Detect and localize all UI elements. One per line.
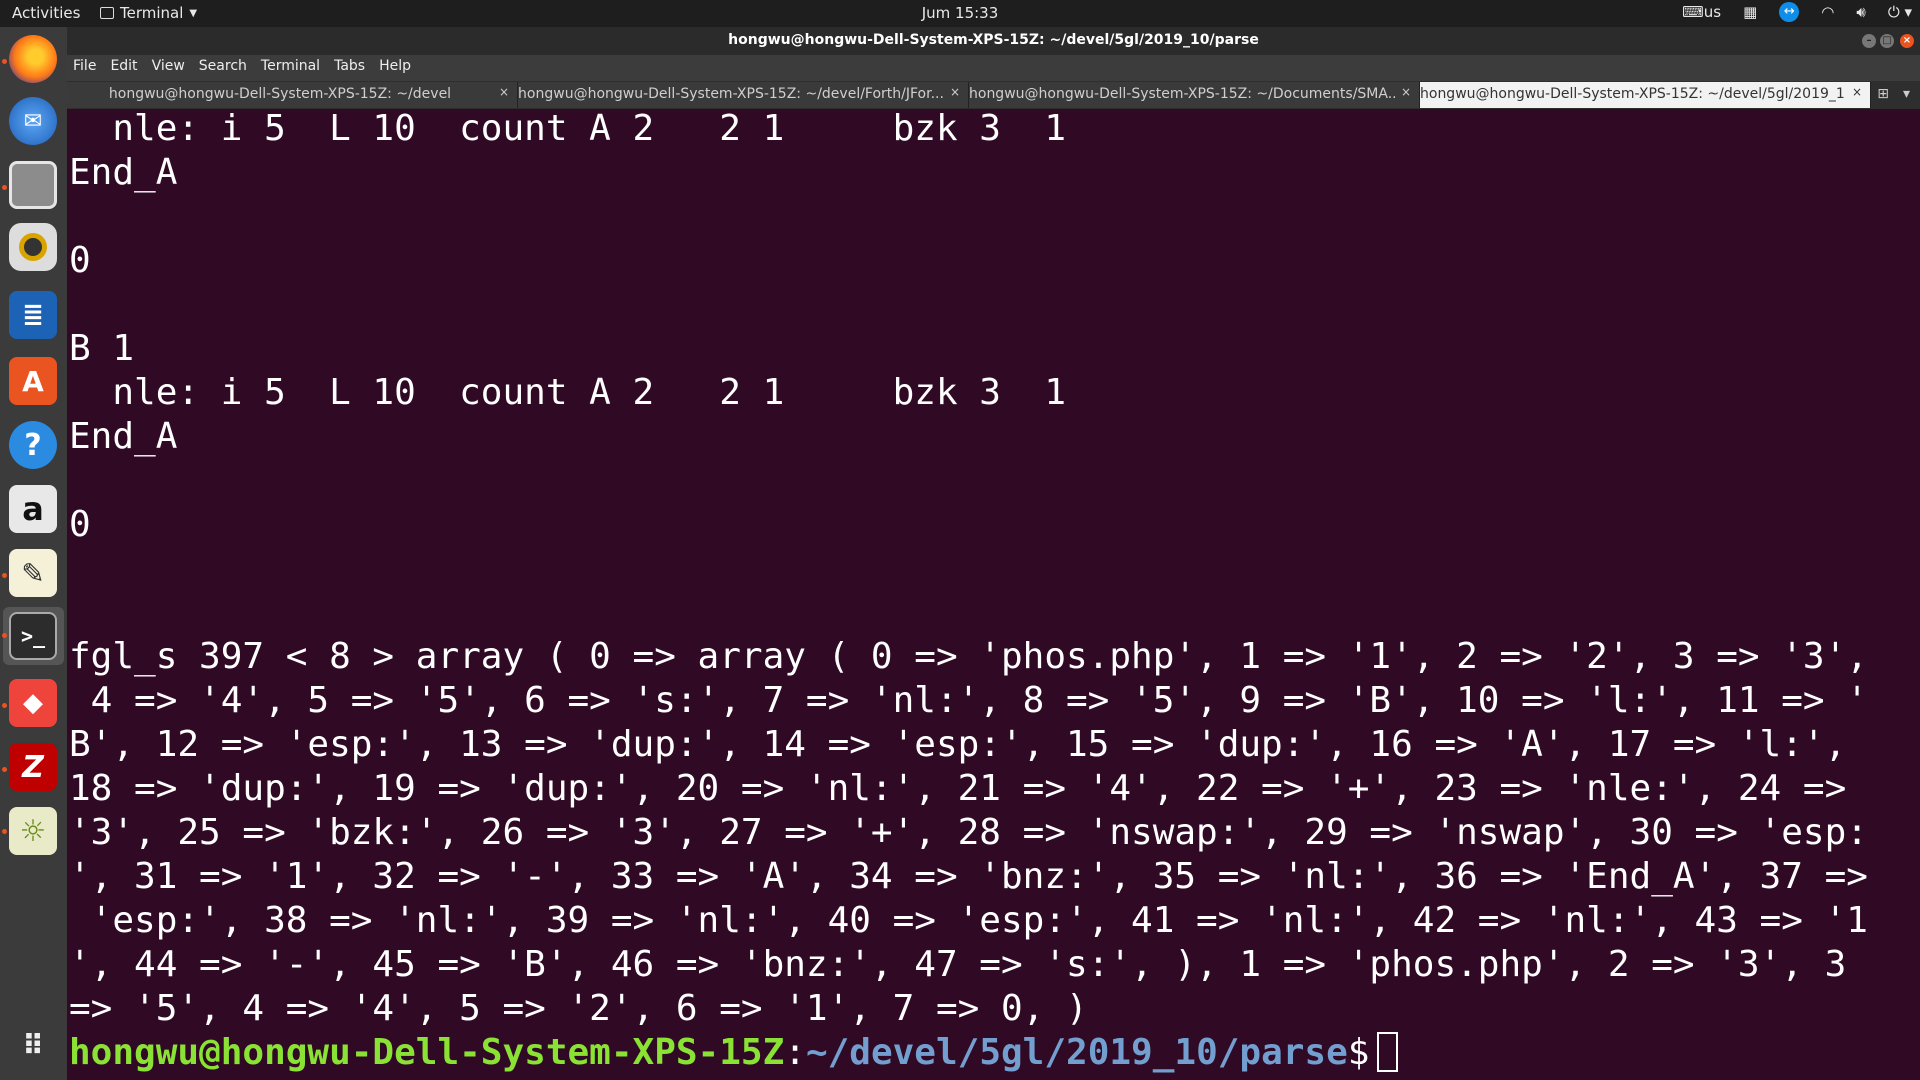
chevron-down-icon[interactable]: ▾	[1903, 86, 1910, 102]
new-tab-icon[interactable]: ⊞	[1877, 86, 1889, 102]
writer-icon[interactable]: ≣	[9, 291, 57, 339]
menu-search[interactable]: Search	[193, 55, 255, 81]
maximize-button[interactable]: □	[1880, 34, 1894, 48]
keyboard-icon: ⌨	[1682, 3, 1704, 21]
tab-label: hongwu@hongwu-Dell-System-XPS-15Z: ~/dev…	[518, 86, 944, 102]
menu-terminal[interactable]: Terminal	[255, 55, 328, 81]
wifi-icon[interactable]: ◠	[1821, 3, 1834, 21]
window-title-bar[interactable]: hongwu@hongwu-Dell-System-XPS-15Z: ~/dev…	[67, 27, 1920, 55]
menu-bar: File Edit View Search Terminal Tabs Help	[67, 55, 1920, 81]
anydesk-icon[interactable]: ◆	[9, 679, 57, 727]
shell-prompt[interactable]: hongwu@hongwu-Dell-System-XPS-15Z:~/deve…	[69, 1031, 1399, 1075]
thunderbird-icon[interactable]: ✉	[9, 97, 57, 145]
rhythmbox-icon[interactable]	[9, 223, 57, 271]
terminal-line: End_A	[69, 152, 178, 193]
window-title: hongwu@hongwu-Dell-System-XPS-15Z: ~/dev…	[728, 32, 1259, 48]
terminal-line: ', 31 => '1', 32 => '-', 33 => 'A', 34 =…	[69, 856, 1868, 897]
terminal-line: B', 12 => 'esp:', 13 => 'dup:', 14 => 'e…	[69, 724, 1847, 765]
tab-3[interactable]: hongwu@hongwu-Dell-System-XPS-15Z: ~/Doc…	[969, 82, 1420, 108]
close-tab-icon[interactable]: ×	[499, 85, 509, 99]
app-name: Terminal	[120, 4, 184, 22]
tab-label: hongwu@hongwu-Dell-System-XPS-15Z: ~/dev…	[108, 86, 452, 102]
running-indicator	[2, 767, 7, 772]
files-icon[interactable]	[9, 161, 57, 209]
close-tab-icon[interactable]: ×	[1401, 85, 1411, 99]
menu-help[interactable]: Help	[373, 55, 419, 81]
running-indicator	[2, 829, 7, 834]
terminal-line: 'esp:', 38 => 'nl:', 39 => 'nl:', 40 => …	[69, 900, 1868, 941]
prompt-separator: :	[784, 1032, 806, 1073]
terminal-line: 0	[69, 240, 91, 281]
terminal-line: '3', 25 => 'bzk:', 26 => '3', 27 => '+',…	[69, 812, 1868, 853]
tab-label: hongwu@hongwu-Dell-System-XPS-15Z: ~/dev…	[1420, 86, 1846, 102]
dock: ✉ ≣ A ? a ✎ >_ ◆ Z ☼ ⠿	[0, 27, 67, 1080]
terminal-line: 18 => 'dup:', 19 => 'dup:', 20 => 'nl:',…	[69, 768, 1847, 809]
terminal-line: B 1	[69, 328, 135, 369]
terminal-line: nle: i 5 L 10 count A 2 2 1 bzk 3 1	[69, 372, 1066, 413]
menu-edit[interactable]: Edit	[104, 55, 145, 81]
tab-1[interactable]: hongwu@hongwu-Dell-System-XPS-15Z: ~/dev…	[67, 82, 518, 108]
app-grid-icon[interactable]: ⠿	[9, 1021, 57, 1069]
app-menu-button[interactable]: Terminal ▼	[100, 4, 197, 22]
tab-bar: hongwu@hongwu-Dell-System-XPS-15Z: ~/dev…	[67, 81, 1920, 109]
terminal-icon	[100, 7, 114, 19]
close-tab-icon[interactable]: ×	[1852, 85, 1862, 99]
menu-file[interactable]: File	[67, 55, 104, 81]
minimize-button[interactable]: –	[1862, 34, 1876, 48]
running-indicator	[2, 633, 7, 638]
system-tray: ⌨us ▦ ↔ ◠ 🔊︎ ⏻ ▾	[1682, 2, 1912, 22]
terminal-line: ', 44 => '-', 45 => 'B', 46 => 'bnz:', 4…	[69, 944, 1847, 985]
running-indicator	[2, 59, 7, 64]
terminal-line: nle: i 5 L 10 count A 2 2 1 bzk 3 1	[69, 108, 1066, 149]
text-editor-icon[interactable]: ✎	[9, 549, 57, 597]
power-icon[interactable]: ⏻ ▾	[1888, 3, 1912, 21]
tab-actions: ⊞ ▾	[1877, 86, 1910, 102]
clock[interactable]: Jum 15:33	[0, 4, 1920, 22]
volume-icon[interactable]: 🔊︎	[1856, 3, 1865, 21]
running-indicator	[2, 185, 7, 190]
menu-tabs[interactable]: Tabs	[328, 55, 373, 81]
activities-button[interactable]: Activities	[12, 4, 80, 22]
terminal-icon[interactable]: >_	[9, 612, 57, 660]
text-cursor	[1377, 1032, 1399, 1072]
filezilla-icon[interactable]: Z	[9, 743, 57, 791]
tab-4[interactable]: hongwu@hongwu-Dell-System-XPS-15Z: ~/dev…	[1420, 82, 1871, 108]
settings-icon[interactable]: ☼	[9, 807, 57, 855]
tab-2[interactable]: hongwu@hongwu-Dell-System-XPS-15Z: ~/dev…	[518, 82, 969, 108]
teamviewer-icon[interactable]: ↔	[1779, 2, 1800, 22]
calendar-icon[interactable]: ▦	[1743, 3, 1757, 21]
chevron-down-icon: ▼	[189, 7, 198, 19]
terminal-output[interactable]: nle: i 5 L 10 count A 2 2 1 bzk 3 1 End_…	[67, 108, 1920, 1080]
terminal-line: => '5', 4 => '4', 5 => '2', 6 => '1', 7 …	[69, 988, 1088, 1029]
firefox-icon[interactable]	[9, 35, 57, 83]
amazon-icon[interactable]: a	[9, 485, 57, 533]
running-indicator	[2, 703, 7, 708]
terminal-line: 4 => '4', 5 => '5', 6 => 's:', 7 => 'nl:…	[69, 680, 1868, 721]
running-indicator	[2, 573, 7, 578]
help-icon[interactable]: ?	[9, 421, 57, 469]
keyboard-layout-indicator[interactable]: ⌨us	[1682, 3, 1721, 21]
software-icon[interactable]: A	[9, 357, 57, 405]
close-tab-icon[interactable]: ×	[950, 85, 960, 99]
terminal-line: End_A	[69, 416, 178, 457]
terminal-line: fgl_s 397 < 8 > array ( 0 => array ( 0 =…	[69, 636, 1868, 677]
tab-label: hongwu@hongwu-Dell-System-XPS-15Z: ~/Doc…	[969, 86, 1395, 102]
prompt-symbol: $	[1347, 1032, 1370, 1073]
top-bar: Activities Terminal ▼ Jum 15:33 ⌨us ▦ ↔ …	[0, 0, 1920, 27]
prompt-path: ~/devel/5gl/2019_10/parse	[805, 1032, 1348, 1073]
menu-view[interactable]: View	[146, 55, 193, 81]
prompt-user: hongwu@hongwu-Dell-System-XPS-15Z	[69, 1032, 785, 1073]
terminal-line: 0	[69, 504, 91, 545]
close-button[interactable]: ×	[1900, 34, 1914, 48]
